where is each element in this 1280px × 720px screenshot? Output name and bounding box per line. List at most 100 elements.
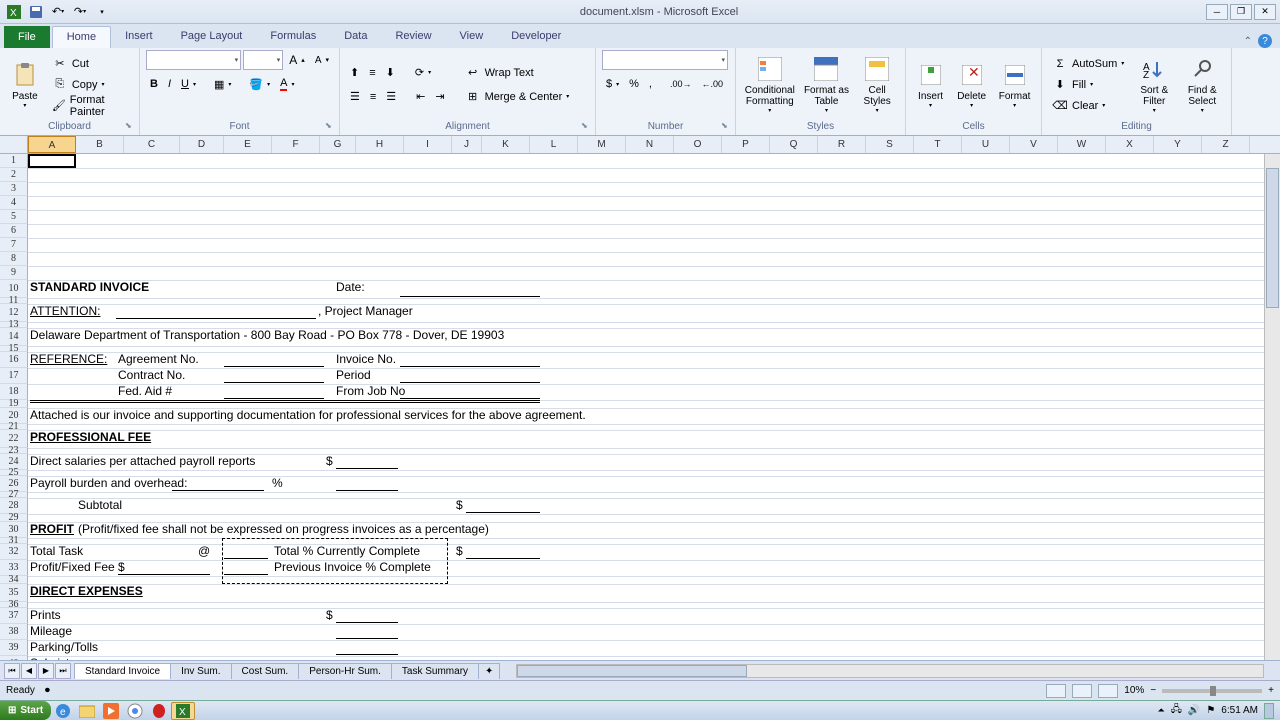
col-P[interactable]: P xyxy=(722,136,770,153)
align-top-button[interactable]: ⬆ xyxy=(346,63,363,83)
sheet-tab-person-hr[interactable]: Person-Hr Sum. xyxy=(298,663,392,679)
taskbar-explorer-icon[interactable] xyxy=(75,702,99,720)
col-U[interactable]: U xyxy=(962,136,1010,153)
font-name-combo[interactable]: ▾ xyxy=(146,50,241,70)
start-button[interactable]: ⊞Start xyxy=(0,701,51,720)
tray-chevron-icon[interactable]: ⏶ xyxy=(1158,705,1165,716)
row-header[interactable]: 7 xyxy=(0,238,28,252)
col-V[interactable]: V xyxy=(1010,136,1058,153)
insert-cells-button[interactable]: Insert▾ xyxy=(912,53,949,117)
zoom-out-button[interactable]: − xyxy=(1150,685,1156,696)
row-header[interactable]: 29 xyxy=(0,514,28,522)
fill-color-button[interactable]: 🪣▾ xyxy=(245,74,274,94)
sort-filter-button[interactable]: AZSort & Filter▾ xyxy=(1132,53,1176,117)
cut-button[interactable]: ✂Cut xyxy=(48,54,133,74)
row-header[interactable]: 34 xyxy=(0,576,28,584)
col-J[interactable]: J xyxy=(452,136,482,153)
minimize-button[interactable]: ─ xyxy=(1206,4,1228,20)
percent-format-button[interactable]: % xyxy=(625,74,643,94)
tab-formulas[interactable]: Formulas xyxy=(256,26,330,48)
number-launcher-icon[interactable]: ⬊ xyxy=(721,121,733,133)
row-header[interactable]: 17 xyxy=(0,368,28,384)
zoom-slider[interactable] xyxy=(1162,689,1262,693)
conditional-formatting-button[interactable]: Conditional Formatting▾ xyxy=(742,53,798,117)
tab-developer[interactable]: Developer xyxy=(497,26,575,48)
col-D[interactable]: D xyxy=(180,136,224,153)
decrease-font-button[interactable]: A▾ xyxy=(311,50,333,70)
align-right-button[interactable]: ☰ xyxy=(382,87,400,107)
taskbar-ie-icon[interactable]: e xyxy=(51,702,75,720)
undo-icon[interactable]: ↶▾ xyxy=(48,3,68,21)
row-header[interactable]: 9 xyxy=(0,266,28,280)
alignment-launcher-icon[interactable]: ⬊ xyxy=(581,121,593,133)
tab-page-layout[interactable]: Page Layout xyxy=(167,26,257,48)
col-B[interactable]: B xyxy=(76,136,124,153)
col-M[interactable]: M xyxy=(578,136,626,153)
increase-decimal-button[interactable]: .00→ xyxy=(666,74,696,94)
border-button[interactable]: ▦▾ xyxy=(210,74,235,94)
tab-file[interactable]: File xyxy=(4,26,50,48)
restore-button[interactable]: ❐ xyxy=(1230,4,1252,20)
horizontal-scrollbar[interactable] xyxy=(516,664,1264,678)
redo-icon[interactable]: ↷▾ xyxy=(70,3,90,21)
tray-network-icon[interactable]: 🖧 xyxy=(1171,702,1182,719)
fill-button[interactable]: ⬇Fill▾ xyxy=(1048,75,1128,95)
merge-center-button[interactable]: ⊞Merge & Center▾ xyxy=(461,87,574,107)
format-as-table-button[interactable]: Format as Table▾ xyxy=(802,53,852,117)
col-G[interactable]: G xyxy=(320,136,356,153)
col-T[interactable]: T xyxy=(914,136,962,153)
row-header[interactable]: 4 xyxy=(0,196,28,210)
col-C[interactable]: C xyxy=(124,136,180,153)
bold-button[interactable]: B xyxy=(146,74,162,94)
new-sheet-button[interactable]: ✦ xyxy=(478,663,500,679)
orientation-button[interactable]: ⟳▾ xyxy=(411,63,435,83)
col-X[interactable]: X xyxy=(1106,136,1154,153)
spreadsheet-grid[interactable]: 1234567891011121314151617181920212223242… xyxy=(0,154,1264,660)
close-button[interactable]: ✕ xyxy=(1254,4,1276,20)
vertical-scrollbar[interactable] xyxy=(1264,154,1280,660)
format-painter-button[interactable]: 🖌Format Painter xyxy=(48,96,133,116)
taskbar-media-icon[interactable] xyxy=(99,702,123,720)
tab-home[interactable]: Home xyxy=(52,26,111,48)
paste-button[interactable]: Paste ▾ xyxy=(6,53,44,117)
column-headers[interactable]: A B C D E F G H I J K L M N O P Q R S T … xyxy=(0,136,1280,154)
wrap-text-button[interactable]: ↩Wrap Text xyxy=(461,63,574,83)
align-middle-button[interactable]: ≡ xyxy=(365,63,379,83)
sheet-nav-prev[interactable]: ◀ xyxy=(21,663,37,679)
autosum-button[interactable]: ΣAutoSum▾ xyxy=(1048,54,1128,74)
align-center-button[interactable]: ≡ xyxy=(366,87,380,107)
col-O[interactable]: O xyxy=(674,136,722,153)
clipboard-launcher-icon[interactable]: ⬊ xyxy=(125,121,137,133)
sheet-nav-last[interactable]: ⏭ xyxy=(55,663,71,679)
font-color-button[interactable]: A▾ xyxy=(276,74,298,94)
format-cells-button[interactable]: Format▾ xyxy=(994,53,1035,117)
tab-insert[interactable]: Insert xyxy=(111,26,167,48)
sheet-tab-cost-sum[interactable]: Cost Sum. xyxy=(231,663,300,679)
copy-button[interactable]: ⎘Copy▾ xyxy=(48,75,133,95)
row-header[interactable]: 39 xyxy=(0,640,28,656)
increase-indent-button[interactable]: ⇥ xyxy=(431,87,448,107)
minimize-ribbon-icon[interactable]: ⌃ xyxy=(1244,36,1252,47)
col-N[interactable]: N xyxy=(626,136,674,153)
underline-button[interactable]: U▾ xyxy=(177,74,200,94)
show-desktop-button[interactable] xyxy=(1264,703,1274,719)
view-page-layout-button[interactable] xyxy=(1072,684,1092,698)
sheet-nav-first[interactable]: ⏮ xyxy=(4,663,20,679)
col-Z[interactable]: Z xyxy=(1202,136,1250,153)
col-W[interactable]: W xyxy=(1058,136,1106,153)
comma-format-button[interactable]: , xyxy=(645,74,656,94)
delete-cells-button[interactable]: ✕Delete▾ xyxy=(953,53,990,117)
tray-clock[interactable]: 6:51 AM xyxy=(1221,705,1258,716)
zoom-in-button[interactable]: + xyxy=(1268,685,1274,696)
qat-dropdown-icon[interactable]: ▾ xyxy=(92,3,112,21)
increase-font-button[interactable]: A▴ xyxy=(285,50,309,70)
taskbar-opera-icon[interactable] xyxy=(147,702,171,720)
col-A[interactable]: A xyxy=(28,136,76,153)
decrease-decimal-button[interactable]: ←.00 xyxy=(698,74,728,94)
tab-data[interactable]: Data xyxy=(330,26,381,48)
sheet-tab-inv-sum[interactable]: Inv Sum. xyxy=(170,663,231,679)
row-header[interactable]: 38 xyxy=(0,624,28,640)
row-header[interactable]: 1 xyxy=(0,154,28,168)
view-normal-button[interactable] xyxy=(1046,684,1066,698)
col-I[interactable]: I xyxy=(404,136,452,153)
